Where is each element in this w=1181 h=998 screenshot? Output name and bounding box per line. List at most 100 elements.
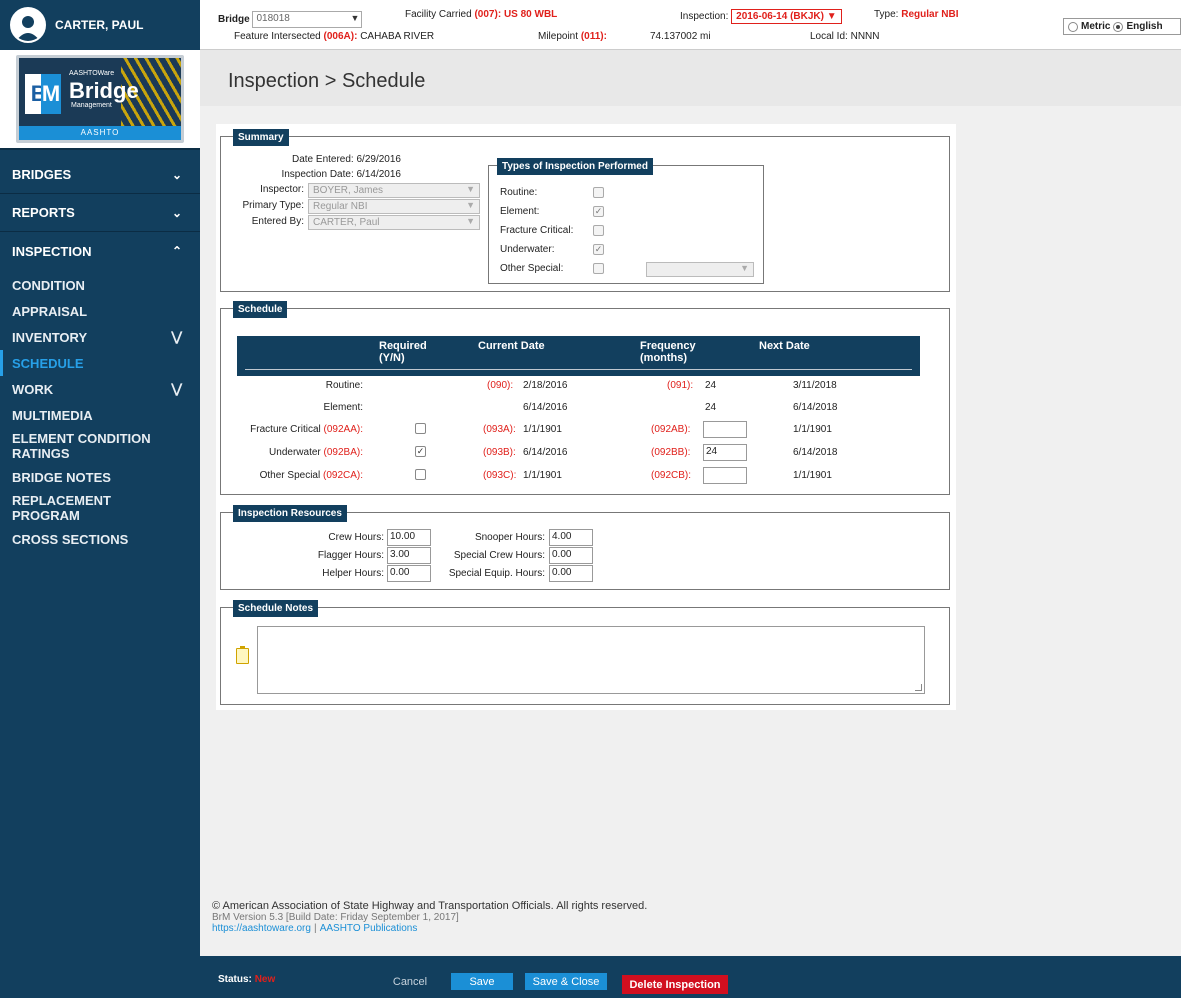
special-equip-hours-label: Special Equip. Hours: <box>448 568 545 579</box>
avatar-icon[interactable] <box>10 7 46 43</box>
feature-code: (006A): <box>323 31 358 42</box>
other-special-select: ▼ <box>646 262 754 277</box>
footer-links: https://aashtoware.org | AASHTO Publicat… <box>212 923 647 934</box>
footer-separator: | <box>314 923 317 934</box>
type-fracture-checkbox <box>593 225 604 236</box>
subnav-replacement-program[interactable]: REPLACEMENT PROGRAM <box>0 490 200 526</box>
inspection-date-row: Inspection Date: 6/14/2016 <box>281 169 401 180</box>
aashto-publications-link[interactable]: AASHTO Publications <box>320 923 418 934</box>
type-fracture-label: Fracture Critical: <box>500 225 574 236</box>
inspection-date-value: 6/14/2016 <box>356 169 402 180</box>
row-other-checkbox[interactable] <box>415 469 426 480</box>
save-button[interactable]: Save <box>451 973 513 990</box>
row-other-freq-input[interactable] <box>703 467 747 484</box>
subnav-multimedia[interactable]: MULTIMEDIA <box>0 402 200 428</box>
double-chevron-down-icon[interactable]: ⋁ <box>171 329 182 345</box>
double-chevron-down-icon[interactable]: ⋁ <box>171 381 182 397</box>
facility-code: (007): <box>474 9 502 20</box>
type-underwater-checkbox: ✓ <box>593 244 604 255</box>
row-fracture-checkbox[interactable] <box>415 423 426 434</box>
row-fracture-label-text: Fracture Critical <box>250 424 321 435</box>
dropdown-arrow-icon: ▼ <box>466 184 475 194</box>
col-required-line1: Required <box>379 340 427 352</box>
nav-bridges[interactable]: BRIDGES ⌄ <box>0 156 200 194</box>
nav-reports-label: REPORTS <box>12 205 75 220</box>
sidebar: CARTER, PAUL Br M AASHTOWare Bridge Mana… <box>0 0 200 998</box>
english-radio[interactable] <box>1113 21 1124 32</box>
snooper-hours-input[interactable]: 4.00 <box>549 529 593 546</box>
status-label: Status: <box>218 974 252 985</box>
cancel-button[interactable]: Cancel <box>390 973 430 990</box>
subnav-schedule[interactable]: SCHEDULE <box>0 350 200 376</box>
subnav-label: SCHEDULE <box>12 355 84 371</box>
snooper-hours-label: Snooper Hours: <box>474 532 545 543</box>
delete-inspection-button[interactable]: Delete Inspection <box>622 975 728 994</box>
bridge-select[interactable]: 018018 ▼ <box>252 11 363 28</box>
row-fracture-freq-input[interactable] <box>703 421 747 438</box>
bridge-label: Bridge <box>218 14 250 26</box>
nav-bridges-label: BRIDGES <box>12 167 72 182</box>
row-other-label: Other Special (092CA): <box>221 470 363 481</box>
milepoint-value: 74.137002 mi <box>650 31 711 42</box>
subnav-work[interactable]: WORK ⋁ <box>0 376 200 402</box>
flagger-hours-label: Flagger Hours: <box>317 550 384 561</box>
subnav-label: ELEMENT CONDITION RATINGS <box>12 431 151 461</box>
subnav-condition[interactable]: CONDITION <box>0 272 200 298</box>
type-label: Type: <box>874 9 899 20</box>
nav-reports[interactable]: REPORTS ⌄ <box>0 194 200 232</box>
date-entered-value: 6/29/2016 <box>356 154 402 165</box>
local-id-label: Local Id: <box>810 31 848 42</box>
schedule-notes-textarea[interactable] <box>257 626 925 694</box>
save-close-button[interactable]: Save & Close <box>525 973 607 990</box>
resources-fieldset: Inspection Resources Crew Hours: 10.00 F… <box>220 505 950 590</box>
milepoint: Milepoint (011): <box>538 31 607 42</box>
special-equip-hours-input[interactable]: 0.00 <box>549 565 593 582</box>
facility-label: Facility Carried <box>405 9 472 20</box>
inspection-select[interactable]: 2016-06-14 (BKJK) ▼ <box>731 9 842 24</box>
row-underwater-checkbox[interactable]: ✓ <box>415 446 426 457</box>
col-frequency-line1: Frequency <box>640 340 696 352</box>
row-other-label-code: (092CA): <box>322 470 363 481</box>
col-required-header: Required (Y/N) <box>379 340 427 364</box>
english-label[interactable]: English <box>1126 21 1162 32</box>
aashtoware-link[interactable]: https://aashtoware.org <box>212 923 311 934</box>
nav-inspection[interactable]: INSPECTION ⌃ <box>0 232 200 270</box>
copyright-block: © American Association of State Highway … <box>212 901 647 935</box>
schedule-legend: Schedule <box>233 301 288 318</box>
row-underwater-date-code: (093B): <box>483 447 516 458</box>
subnav-cross-sections[interactable]: CROSS SECTIONS <box>0 526 200 552</box>
col-frequency-header: Frequency (months) <box>640 340 696 364</box>
subnav-label: CROSS SECTIONS <box>12 531 129 547</box>
schedule-table-header: Required (Y/N) Current Date Frequency (mon… <box>237 336 920 376</box>
row-underwater-freq-input[interactable]: 24 <box>703 444 747 461</box>
logo-area: Br M AASHTOWare Bridge Management AASHTO <box>0 50 200 150</box>
row-element-freq: 24 <box>705 402 717 413</box>
row-fracture-freq-code: (092AB): <box>651 424 691 435</box>
type-other-checkbox <box>593 263 604 274</box>
logo-m: M <box>41 74 61 114</box>
metric-label[interactable]: Metric <box>1081 21 1110 32</box>
col-current-date-header: Current Date <box>478 340 545 352</box>
clipboard-icon[interactable] <box>236 646 249 664</box>
special-crew-hours-input[interactable]: 0.00 <box>549 547 593 564</box>
user-bar[interactable]: CARTER, PAUL <box>0 0 200 50</box>
dropdown-arrow-icon: ▼ <box>740 263 749 273</box>
date-entered-label: Date Entered: <box>292 154 354 165</box>
type-routine-checkbox <box>593 187 604 198</box>
bridge-header: Bridge 018018 ▼ Facility Carried (007): U… <box>200 0 1181 50</box>
subnav-inventory[interactable]: INVENTORY ⋁ <box>0 324 200 350</box>
subnav-element-condition-ratings[interactable]: ELEMENT CONDITION RATINGS <box>0 428 200 464</box>
entered-by-label: Entered By: <box>251 216 304 227</box>
resize-grip-icon[interactable] <box>915 684 922 691</box>
subnav-appraisal[interactable]: APPRAISAL <box>0 298 200 324</box>
inspection-selector-row: Inspection: 2016-06-14 (BKJK) ▼ <box>680 9 842 24</box>
milepoint-label: Milepoint <box>538 31 579 42</box>
chevron-down-icon: ⌄ <box>171 167 182 182</box>
row-other-next: 1/1/1901 <box>793 470 832 481</box>
subnav-bridge-notes[interactable]: BRIDGE NOTES <box>0 464 200 490</box>
type-underwater-label: Underwater: <box>500 244 555 255</box>
metric-radio[interactable] <box>1068 21 1078 32</box>
type-other-label: Other Special: <box>500 263 564 274</box>
row-routine-freq: 24 <box>705 380 717 391</box>
inspection-type: Type: Regular NBI <box>874 9 958 20</box>
